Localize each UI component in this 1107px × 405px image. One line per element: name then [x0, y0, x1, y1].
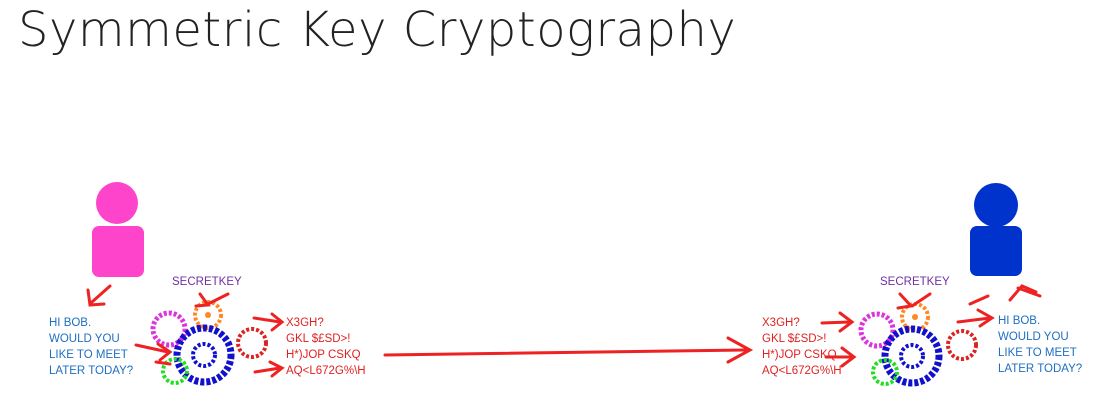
receiver-ciphertext: X3GH? GKL $£SD>! H*)JOP CSKQ AQ<L672G%\H — [762, 315, 842, 379]
gear-green-r — [871, 358, 899, 386]
diagram-canvas — [86, 182, 1042, 387]
gear-orange-hub-r — [912, 314, 918, 320]
arrow-person-to-plaintext — [90, 284, 112, 304]
receiver-plaintext-line: LATER TODAY? — [998, 363, 1083, 375]
receiver-plaintext-line: WOULD YOU — [998, 331, 1069, 343]
sender-person — [92, 182, 144, 277]
receiver-head — [974, 183, 1018, 227]
sender-plaintext-line: HI BOB. — [49, 317, 92, 329]
sender-ciphertext: X3GH? GKL $£SD>! H*)JOP CSKQ AQ<L672G%\H — [286, 315, 366, 379]
gear-red-r — [946, 329, 978, 361]
sender-ciphertext-line: X3GH? — [286, 317, 324, 329]
sender-ciphertext-line: H*)JOP CSKQ — [286, 349, 361, 361]
sender-ciphertext-line: AQ<L672G%\H — [286, 365, 366, 377]
sender-key-label: SECRETKEY — [172, 276, 242, 288]
receiver-ciphertext-line: H*)JOP CSKQ — [762, 349, 837, 361]
gear-blue-large-r — [881, 325, 943, 387]
receiver-plaintext: HI BOB. WOULD YOU LIKE TO MEET LATER TOD… — [998, 313, 1082, 377]
receiver-ciphertext-line: GKL $£SD>! — [762, 333, 827, 345]
gear-blue-inner — [191, 342, 217, 368]
receiver-gears — [858, 302, 978, 387]
gear-blue-inner-r — [899, 343, 925, 369]
receiver-person — [970, 183, 1022, 276]
arrow-key-down — [206, 292, 230, 306]
receiver-key-label: SECRETKEY — [880, 276, 950, 288]
arrow-transmit — [383, 348, 747, 357]
gear-red — [236, 327, 268, 359]
receiver-plaintext-line: HI BOB. — [998, 315, 1041, 327]
receiver-body — [970, 226, 1022, 276]
sender-gears — [150, 300, 268, 386]
gear-orange-hub — [205, 312, 211, 318]
sender-plaintext: HI BOB. WOULD YOU LIKE TO MEET LATER TOD… — [49, 315, 133, 379]
gear-blue-large — [173, 324, 235, 386]
receiver-plaintext-line: LIKE TO MEET — [998, 347, 1077, 359]
receiver-ciphertext-line: AQ<L672G%\H — [762, 365, 842, 377]
sender-ciphertext-line: GKL $£SD>! — [286, 333, 351, 345]
sender-plaintext-line: LIKE TO MEET — [49, 349, 128, 361]
arrow-receiver-side — [968, 294, 990, 306]
sender-body — [92, 226, 144, 277]
sender-plaintext-line: WOULD YOU — [49, 333, 120, 345]
sender-head — [96, 182, 138, 224]
arrow-key-side — [154, 360, 172, 366]
sender-plaintext-line: LATER TODAY? — [49, 365, 134, 377]
receiver-ciphertext-line: X3GH? — [762, 317, 800, 329]
